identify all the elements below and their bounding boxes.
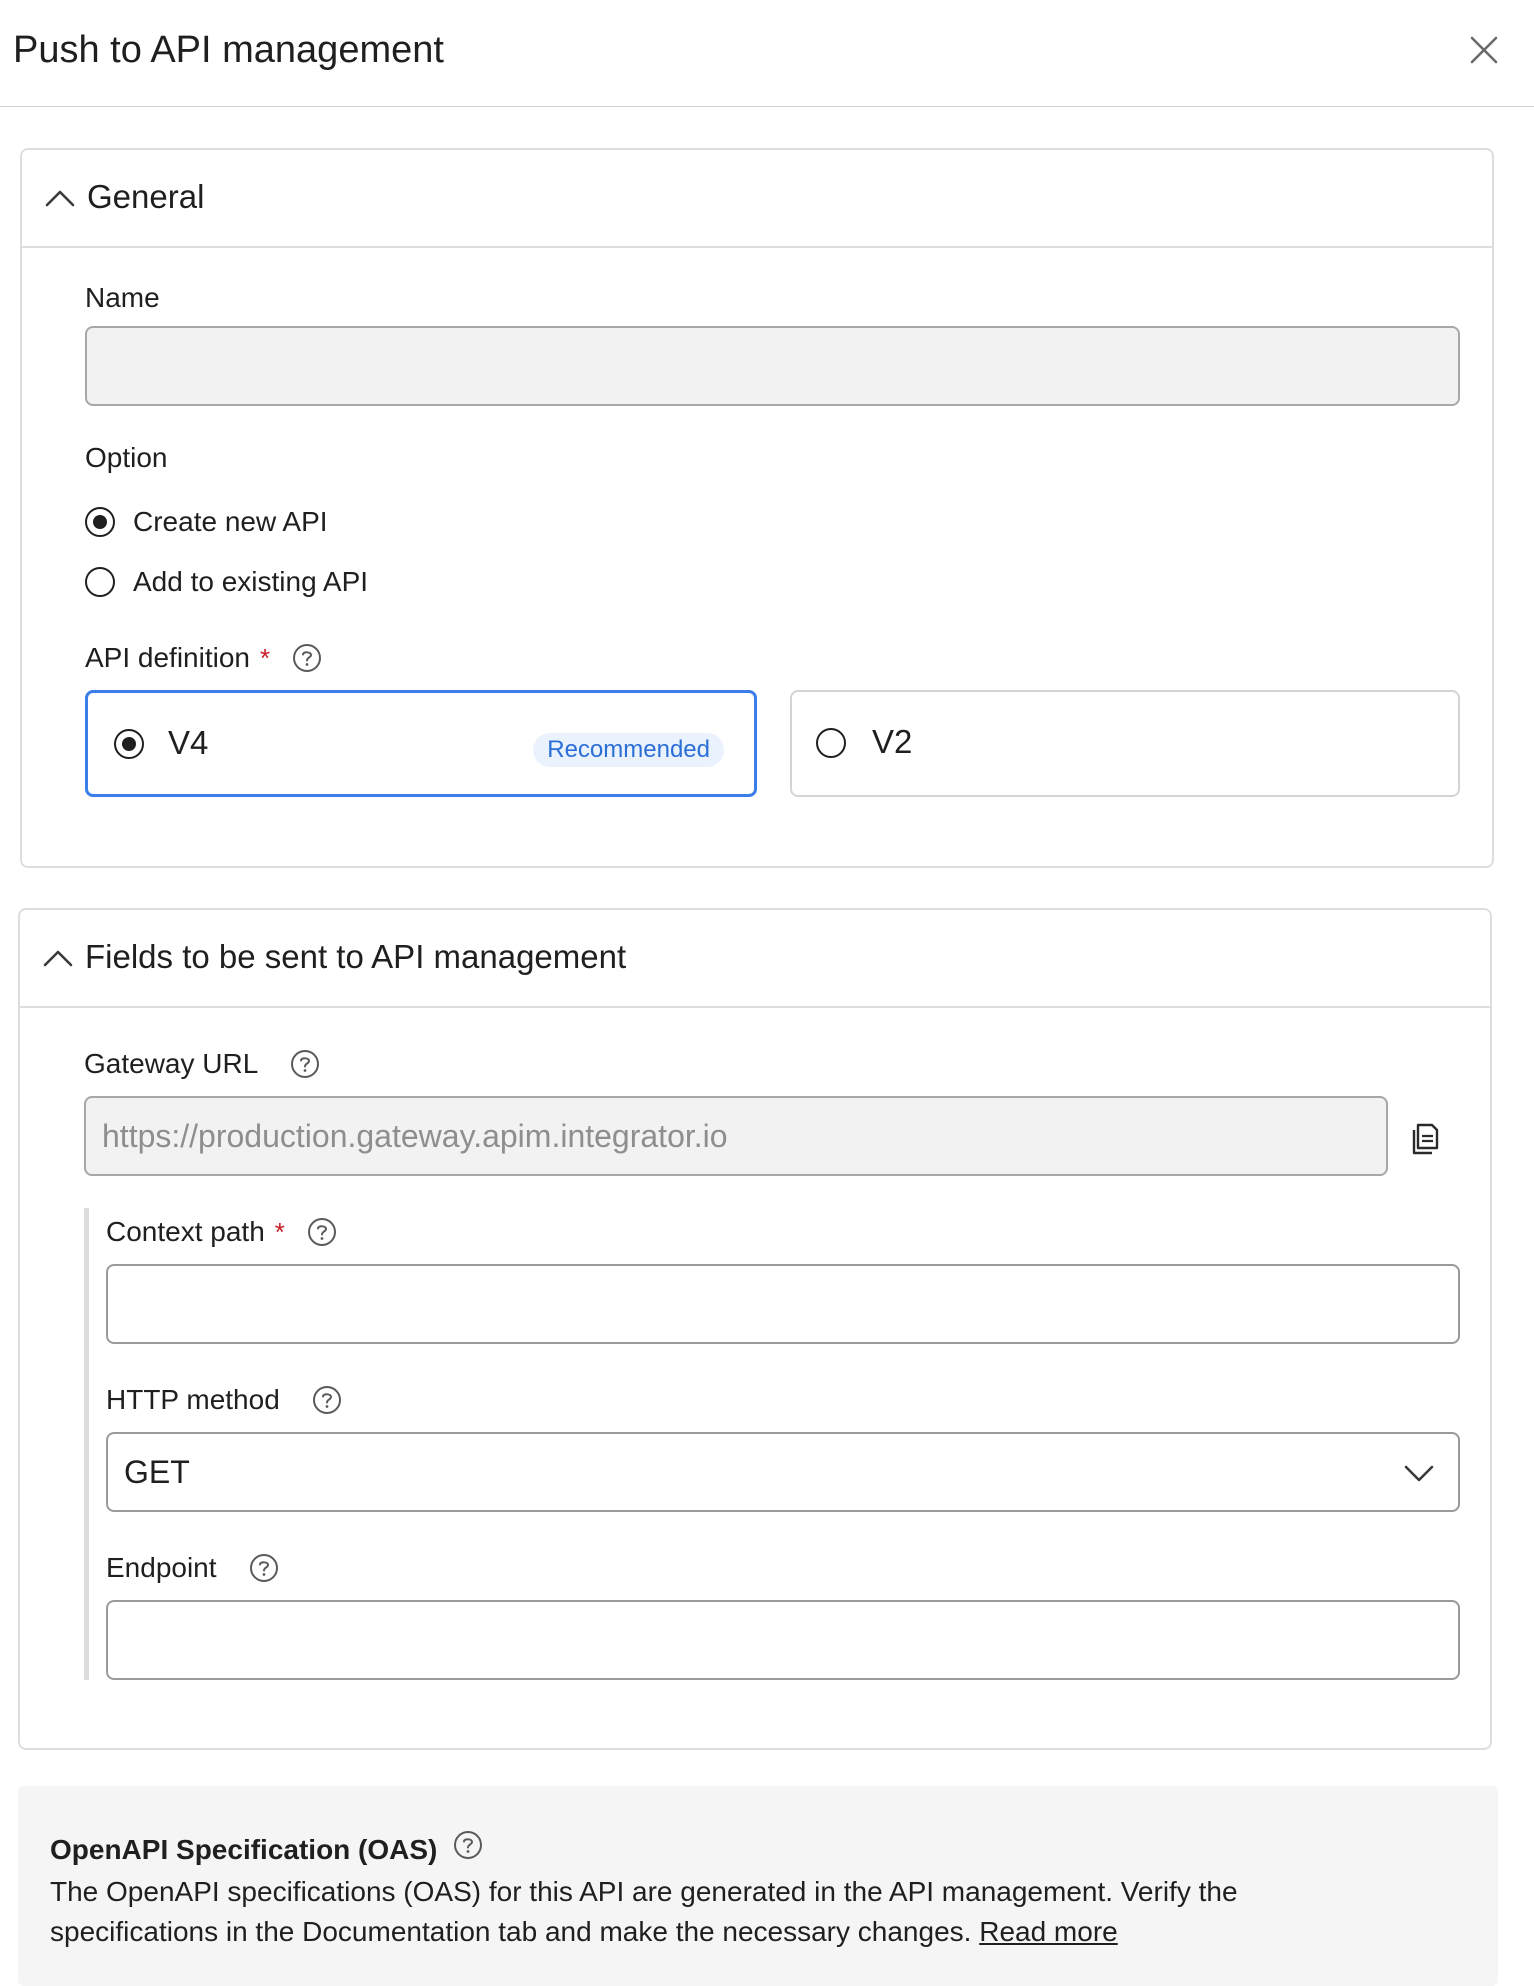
- gateway-url-label: Gateway URL: [84, 1048, 259, 1079]
- close-button[interactable]: [1458, 24, 1510, 76]
- nested-fields-rail: [84, 1208, 89, 1680]
- required-asterisk: *: [260, 642, 271, 673]
- option-add-to-existing-api[interactable]: Add to existing API: [85, 562, 445, 602]
- dialog-title: Push to API management: [13, 29, 444, 71]
- oas-description-line-2: specifications in the Documentation tab …: [50, 1912, 1118, 1952]
- gateway-url-value: https://production.gateway.apim.integrat…: [102, 1118, 728, 1154]
- name-input[interactable]: [85, 326, 1460, 406]
- api-definition-v4-label: V4: [168, 724, 209, 761]
- copy-icon: [1412, 1123, 1439, 1155]
- api-definition-v2-label: V2: [872, 723, 913, 760]
- http-method-label: HTTP method: [106, 1384, 280, 1415]
- fields-panel-title: Fields to be sent to API management: [85, 938, 627, 975]
- api-definition-card-v4[interactable]: V4 Recommended: [85, 690, 757, 797]
- radio-add-to-existing-api[interactable]: [85, 567, 115, 597]
- endpoint-input[interactable]: [106, 1600, 1460, 1680]
- help-circle-icon[interactable]: [312, 1385, 342, 1415]
- option-create-new-api[interactable]: Create new API: [85, 502, 445, 542]
- read-more-link[interactable]: Read more: [979, 1916, 1118, 1947]
- radio-v2[interactable]: [816, 728, 846, 758]
- api-definition-label-row: API definition *: [85, 638, 322, 678]
- http-method-select[interactable]: GET: [106, 1432, 1460, 1512]
- help-circle-icon[interactable]: [307, 1217, 337, 1247]
- context-path-input[interactable]: [106, 1264, 1460, 1344]
- oas-description-line-1: The OpenAPI specifications (OAS) for thi…: [50, 1876, 1238, 1907]
- option-add-to-existing-api-label: Add to existing API: [133, 566, 369, 597]
- required-asterisk: *: [274, 1216, 285, 1247]
- help-circle-icon[interactable]: [290, 1049, 320, 1079]
- radio-v4[interactable]: [114, 729, 144, 759]
- endpoint-label-row: Endpoint: [106, 1548, 279, 1588]
- help-circle-icon[interactable]: [249, 1553, 279, 1583]
- header-divider: [0, 106, 1534, 107]
- gateway-url-input[interactable]: https://production.gateway.apim.integrat…: [84, 1096, 1388, 1176]
- help-circle-icon[interactable]: [453, 1830, 483, 1860]
- endpoint-label: Endpoint: [106, 1552, 217, 1583]
- general-panel-header[interactable]: General: [22, 150, 1492, 248]
- name-label: Name: [85, 282, 160, 313]
- oas-description-line-2-text: specifications in the Documentation tab …: [50, 1916, 972, 1947]
- http-method-label-row: HTTP method: [106, 1380, 342, 1420]
- recommended-badge: Recommended: [533, 733, 724, 767]
- option-label: Option: [85, 442, 168, 473]
- general-panel-title: General: [87, 178, 205, 215]
- http-method-value: GET: [124, 1454, 190, 1490]
- close-icon: [1470, 36, 1498, 64]
- fields-panel-header[interactable]: Fields to be sent to API management: [20, 910, 1490, 1008]
- help-circle-icon[interactable]: [292, 643, 322, 673]
- chevron-up-icon: [45, 190, 75, 207]
- context-path-label-row: Context path *: [106, 1212, 337, 1252]
- oas-title-row: OpenAPI Specification (OAS): [50, 1830, 483, 1870]
- copy-button[interactable]: [1410, 1122, 1440, 1156]
- context-path-label: Context path: [106, 1216, 265, 1247]
- api-definition-label: API definition: [85, 642, 250, 673]
- api-definition-card-v2[interactable]: V2: [790, 690, 1460, 797]
- option-create-new-api-label: Create new API: [133, 506, 328, 537]
- radio-create-new-api[interactable]: [85, 507, 115, 537]
- chevron-down-icon: [1404, 1465, 1434, 1482]
- chevron-up-icon: [43, 950, 73, 967]
- gateway-url-label-row: Gateway URL: [84, 1044, 320, 1084]
- oas-title: OpenAPI Specification (OAS): [50, 1834, 438, 1865]
